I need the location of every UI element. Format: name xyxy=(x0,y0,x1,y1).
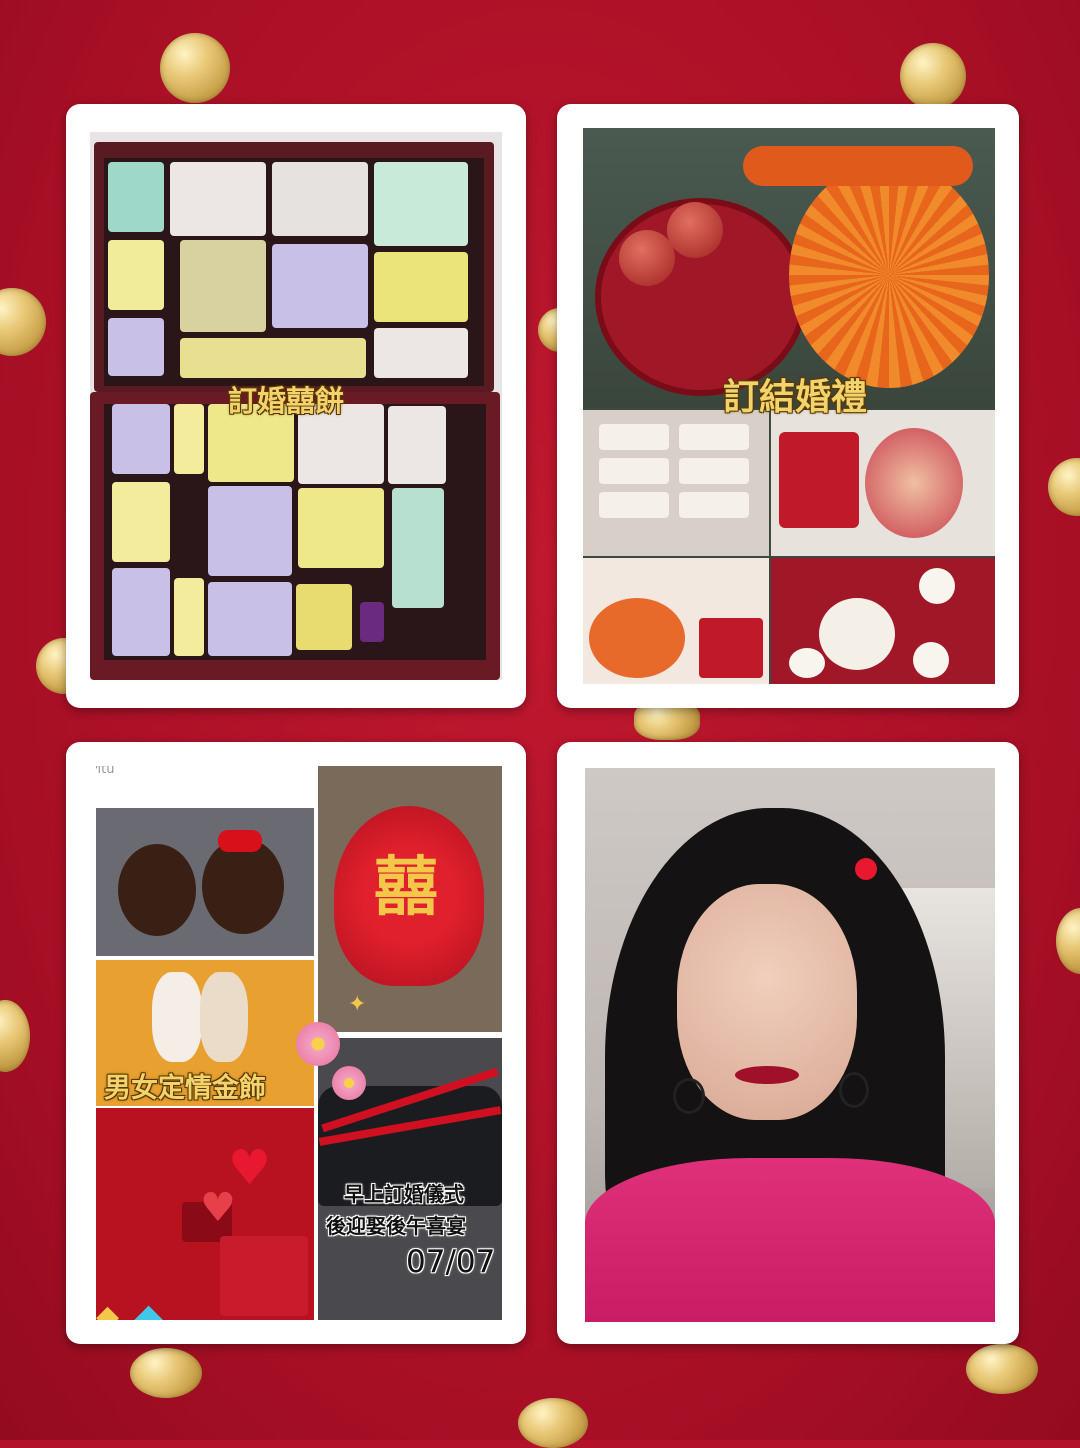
teacup xyxy=(919,568,955,604)
candy-dome xyxy=(865,428,963,538)
cookie-pack xyxy=(208,486,292,576)
apple xyxy=(619,230,675,286)
gift-card xyxy=(679,492,749,518)
earring xyxy=(673,1078,705,1114)
gold-dot xyxy=(900,43,966,109)
cookie-pack xyxy=(112,404,170,474)
date-label: 07/07 xyxy=(406,1244,496,1280)
cookie-pack xyxy=(170,162,266,236)
gifts-photo: 訂結婚禮 xyxy=(583,128,995,684)
pink-flower-icon xyxy=(296,1022,340,1066)
diamond-icon: ◆ xyxy=(134,1295,164,1320)
schedule-line-2: 後迎娶後午喜宴 xyxy=(326,1214,466,1238)
cookie-pack xyxy=(174,404,204,474)
strawberry-box xyxy=(699,618,763,678)
pink-blouse xyxy=(585,1158,995,1322)
gift-card xyxy=(599,492,669,518)
gift-card xyxy=(679,458,749,484)
cookie-pack xyxy=(374,328,468,378)
cookie-box-frame: 訂婚囍餅 xyxy=(66,104,526,708)
heart-icon: ♥ xyxy=(200,1185,236,1231)
double-happiness-char: 囍 xyxy=(374,851,438,925)
cookie-pack xyxy=(374,252,468,322)
schedule-line-1: 早上訂婚儀式 xyxy=(344,1182,464,1206)
teacup xyxy=(913,642,949,678)
cookie-pack xyxy=(112,568,170,656)
gold-dot xyxy=(518,1398,588,1448)
basket-handle xyxy=(743,146,973,186)
cookie-caption: 訂婚囍餅 xyxy=(228,384,345,418)
earring xyxy=(839,1072,869,1108)
portrait-photo xyxy=(585,768,995,1322)
cookie-pack xyxy=(272,162,368,236)
cookie-pack xyxy=(388,406,446,484)
gold-dot xyxy=(966,1344,1038,1394)
cookie-pack xyxy=(392,488,444,608)
cookie-pack xyxy=(108,240,164,310)
portrait-frame xyxy=(557,742,1019,1344)
gift-card xyxy=(599,424,669,450)
cookie-pack xyxy=(208,582,292,656)
collage-photo: ePitu 囍 ♥ ♥ ✦ ◆ ◆ 男女定情金飾 早上訂婚儀式 後迎娶後午喜宴 … xyxy=(96,766,502,1320)
gift-card xyxy=(599,458,669,484)
fruit-baskets xyxy=(589,598,685,678)
gifts-frame: 訂結婚禮 xyxy=(557,104,1019,708)
collage-frame: ePitu 囍 ♥ ♥ ✦ ◆ ◆ 男女定情金飾 早上訂婚儀式 後迎娶後午喜宴 … xyxy=(66,742,526,1344)
sparkle-icon: ✦ xyxy=(348,992,367,1017)
cookie-pack xyxy=(174,578,204,656)
teacup xyxy=(789,648,825,678)
teddy-groom xyxy=(200,972,248,1062)
face xyxy=(677,884,857,1120)
bamboo-basket xyxy=(789,162,989,388)
pink-flower-icon xyxy=(332,1066,366,1100)
cookie-pack xyxy=(298,488,384,568)
hair-flower xyxy=(855,858,877,880)
gold-dot xyxy=(130,1348,202,1398)
cookie-pack xyxy=(296,584,352,650)
gold-dot xyxy=(160,33,230,103)
cookie-pack xyxy=(108,318,164,376)
necklace-box xyxy=(220,1236,308,1316)
cookie-pack xyxy=(180,240,266,332)
minnie-plush xyxy=(202,838,284,934)
teapot xyxy=(819,598,895,670)
cookie-pack xyxy=(108,162,164,232)
gift-card xyxy=(679,424,749,450)
cookie-box-photo: 訂婚囍餅 xyxy=(90,132,502,680)
apple xyxy=(667,202,723,258)
jewelry-caption: 男女定情金飾 xyxy=(104,1073,266,1104)
gifts-caption: 訂結婚禮 xyxy=(723,377,868,418)
minnie-bow xyxy=(218,830,262,852)
cookie-pack xyxy=(374,162,468,246)
cookie-pack xyxy=(112,482,170,562)
teddy-bride xyxy=(152,972,202,1062)
watermark: ePitu xyxy=(96,766,115,777)
cookie-pack xyxy=(272,244,368,328)
candy xyxy=(360,602,384,642)
lips xyxy=(735,1066,799,1084)
mickey-plush xyxy=(118,844,196,936)
strawberry-plate xyxy=(779,432,859,528)
diamond-icon: ◆ xyxy=(96,1299,120,1321)
cookie-pack xyxy=(180,338,366,378)
